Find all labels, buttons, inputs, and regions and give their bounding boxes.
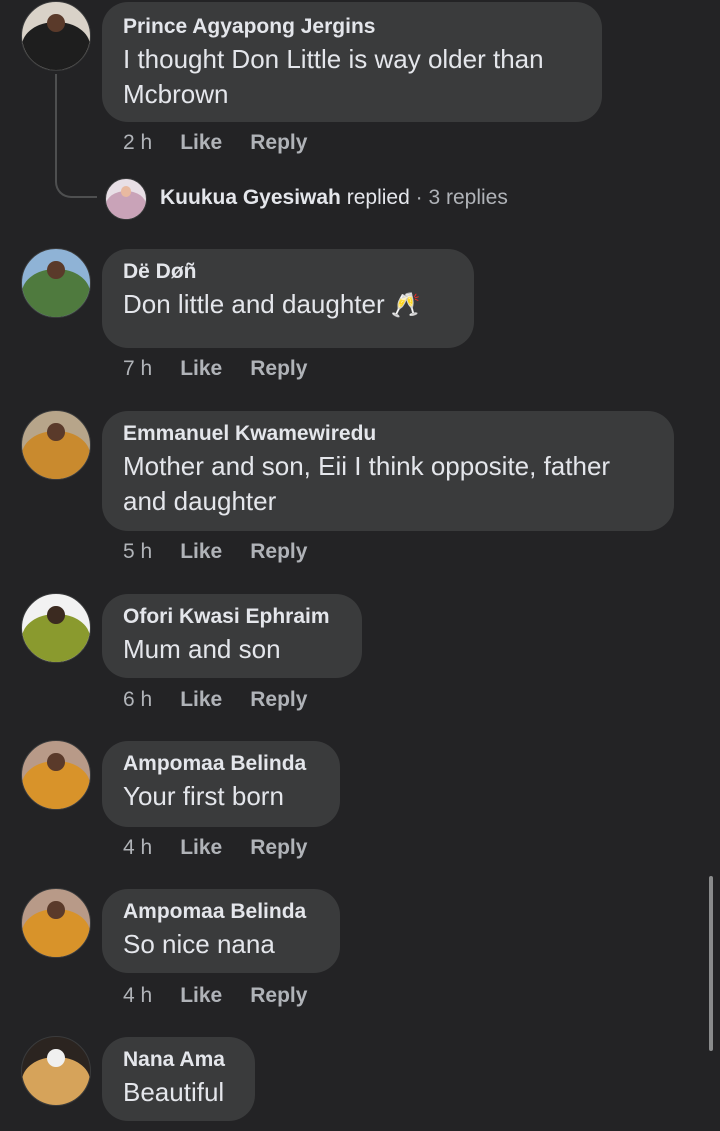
comment-bubble: Dë Døñ Don little and daughter 🥂	[102, 249, 474, 348]
comment-meta: 5 h Like Reply	[123, 540, 335, 564]
comment-text: Mum and son	[123, 634, 281, 664]
avatar[interactable]	[21, 593, 91, 663]
champagne-emoji: 🥂	[390, 292, 421, 319]
reply-button[interactable]: Reply	[250, 836, 307, 860]
comment-author[interactable]: Dë Døñ	[123, 259, 454, 285]
comment-text: Don little and daughter 🥂	[123, 287, 454, 323]
comment-author[interactable]: Ampomaa Belinda	[123, 899, 320, 925]
comment-timestamp[interactable]: 6 h	[123, 688, 152, 712]
thread-line	[55, 74, 97, 198]
comments-thread: Prince Agyapong Jergins I thought Don Li…	[0, 0, 720, 1131]
comment-meta: 6 h Like Reply	[123, 688, 335, 712]
reply-button[interactable]: Reply	[250, 540, 307, 564]
like-button[interactable]: Like	[180, 688, 222, 712]
reply-button[interactable]: Reply	[250, 984, 307, 1008]
comment-author[interactable]: Ofori Kwasi Ephraim	[123, 604, 342, 630]
avatar[interactable]	[21, 888, 91, 958]
comment-author[interactable]: Ampomaa Belinda	[123, 751, 320, 777]
comment-meta: 4 h Like Reply	[123, 836, 335, 860]
comment-bubble: Prince Agyapong Jergins I thought Don Li…	[102, 2, 602, 122]
avatar[interactable]	[21, 1036, 91, 1106]
comment-timestamp[interactable]: 4 h	[123, 836, 152, 860]
comment-bubble: Ofori Kwasi Ephraim Mum and son	[102, 594, 362, 678]
like-button[interactable]: Like	[180, 984, 222, 1008]
comment-author[interactable]: Nana Ama	[123, 1047, 235, 1073]
comment-timestamp[interactable]: 5 h	[123, 540, 152, 564]
reply-button[interactable]: Reply	[250, 131, 307, 155]
comment-timestamp[interactable]: 4 h	[123, 984, 152, 1008]
comment-timestamp[interactable]: 2 h	[123, 131, 152, 155]
comment-author[interactable]: Emmanuel Kwamewiredu	[123, 421, 654, 447]
reply-verb: replied	[346, 186, 410, 209]
comment-text: Mother and son, Eii I think opposite, fa…	[123, 451, 611, 516]
like-button[interactable]: Like	[180, 836, 222, 860]
comment-bubble: Ampomaa Belinda So nice nana	[102, 889, 340, 973]
reply-author: Kuukua Gyesiwah	[160, 186, 341, 209]
comment-bubble: Emmanuel Kwamewiredu Mother and son, Eii…	[102, 411, 674, 531]
avatar[interactable]	[21, 410, 91, 480]
comment-timestamp[interactable]: 7 h	[123, 357, 152, 381]
comment-meta: 4 h Like Reply	[123, 984, 335, 1008]
like-button[interactable]: Like	[180, 357, 222, 381]
comment-meta: 7 h Like Reply	[123, 357, 335, 381]
replies-count: 3 replies	[428, 186, 508, 209]
separator-dot: ·	[415, 186, 423, 209]
avatar[interactable]	[105, 178, 147, 220]
like-button[interactable]: Like	[180, 131, 222, 155]
reply-button[interactable]: Reply	[250, 357, 307, 381]
like-button[interactable]: Like	[180, 540, 222, 564]
avatar[interactable]	[21, 248, 91, 318]
comment-meta: 2 h Like Reply	[123, 131, 335, 155]
comment-text: I thought Don Little is way older than M…	[123, 44, 544, 109]
comment-bubble: Nana Ama Beautiful	[102, 1037, 255, 1121]
view-replies-link[interactable]: Kuukua Gyesiwah replied · 3 replies	[160, 186, 508, 210]
comment-text-body: Don little and daughter	[123, 289, 385, 319]
comment-author[interactable]: Prince Agyapong Jergins	[123, 14, 582, 40]
avatar[interactable]	[21, 1, 91, 71]
comment-text: Beautiful	[123, 1077, 225, 1107]
comment-text: So nice nana	[123, 929, 275, 959]
scrollbar-thumb[interactable]	[709, 876, 713, 1051]
reply-button[interactable]: Reply	[250, 688, 307, 712]
avatar[interactable]	[21, 740, 91, 810]
comment-bubble: Ampomaa Belinda Your first born	[102, 741, 340, 827]
comment-text: Your first born	[123, 781, 284, 811]
